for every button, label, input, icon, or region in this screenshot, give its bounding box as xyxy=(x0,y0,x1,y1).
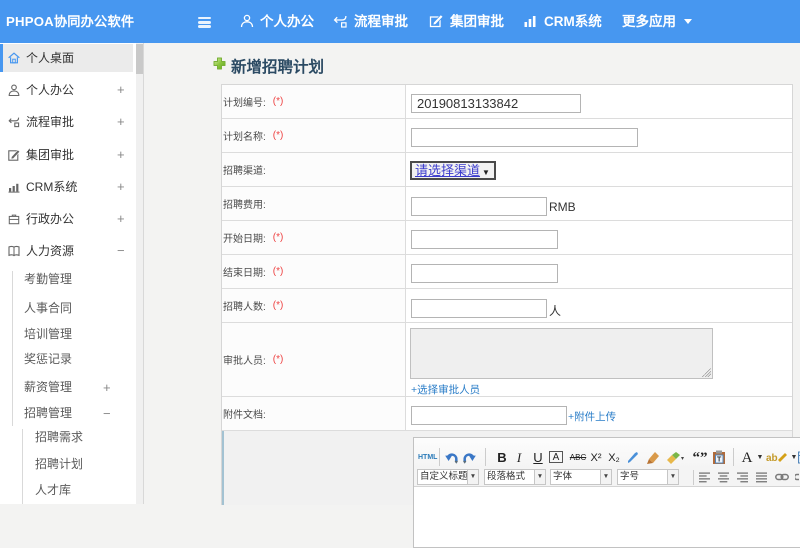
svg-text:T: T xyxy=(717,457,722,464)
svg-text:ab: ab xyxy=(766,453,778,464)
